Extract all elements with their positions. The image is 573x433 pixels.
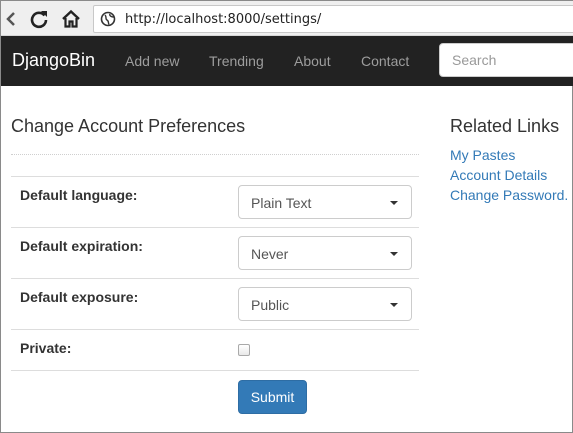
my-pastes-link[interactable]: My Pastes [450, 147, 515, 163]
form-row-expiration: Default expiration: Never [11, 227, 419, 278]
private-checkbox[interactable] [238, 344, 250, 356]
preferences-form: Default language: Plain Text Default exp… [11, 176, 419, 371]
nav-add-new[interactable]: Add new [125, 53, 179, 69]
browser-toolbar: http://localhost:8000/settings/ [1, 1, 573, 36]
top-navbar: DjangoBin Add new Trending About Contact [1, 36, 573, 86]
nav-trending[interactable]: Trending [209, 53, 264, 69]
reload-icon[interactable] [26, 6, 52, 32]
back-arrow-icon[interactable] [1, 6, 21, 32]
private-label: Private: [20, 340, 72, 356]
caret-down-icon [390, 252, 398, 256]
address-bar[interactable]: http://localhost:8000/settings/ [93, 5, 573, 33]
default-language-select[interactable]: Plain Text [238, 185, 412, 219]
default-expiration-label: Default expiration: [20, 238, 143, 254]
search-input[interactable] [439, 43, 573, 77]
account-details-link[interactable]: Account Details [450, 167, 547, 183]
title-divider [11, 154, 419, 155]
default-exposure-select[interactable]: Public [238, 287, 412, 321]
form-row-private: Private: [11, 329, 419, 371]
nav-about[interactable]: About [294, 53, 331, 69]
caret-down-icon [390, 303, 398, 307]
form-row-exposure: Default exposure: Public [11, 278, 419, 329]
brand-link[interactable]: DjangoBin [12, 50, 95, 71]
default-language-value: Plain Text [251, 195, 312, 211]
default-language-label: Default language: [20, 187, 138, 203]
address-bar-url: http://localhost:8000/settings/ [125, 12, 322, 27]
related-links-title: Related Links [450, 116, 560, 136]
default-expiration-value: Never [251, 246, 289, 262]
form-row-language: Default language: Plain Text [11, 176, 419, 227]
default-expiration-select[interactable]: Never [238, 236, 412, 270]
home-icon[interactable] [58, 6, 84, 32]
change-password-link[interactable]: Change Password. [450, 187, 568, 203]
submit-button[interactable]: Submit [238, 380, 307, 414]
page-title: Change Account Preferences [11, 116, 246, 136]
caret-down-icon [390, 201, 398, 205]
default-exposure-value: Public [251, 297, 290, 313]
default-exposure-label: Default exposure: [20, 289, 139, 305]
globe-icon [100, 11, 116, 27]
nav-contact[interactable]: Contact [361, 53, 409, 69]
